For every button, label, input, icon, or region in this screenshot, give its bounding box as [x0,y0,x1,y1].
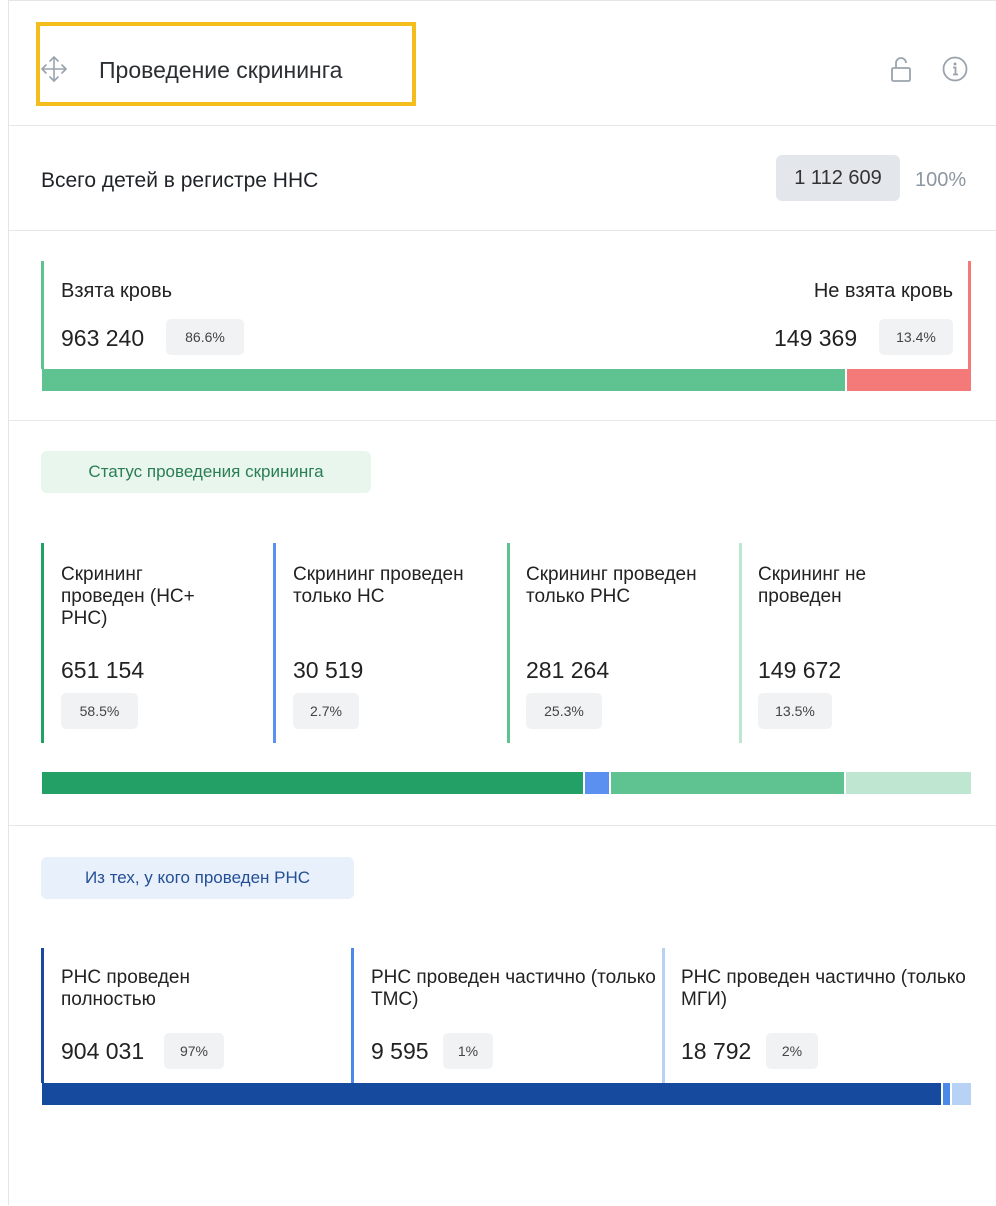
rns-card-marker [41,948,44,1083]
rns-card-value: 9 595 [371,1038,429,1064]
status-card-percent: 13.5% [758,693,832,729]
screening-widget: Проведение скрининга Всего детей в регис… [8,0,996,1205]
rns-segment [943,1083,953,1105]
status-card-marker [273,543,276,743]
rns-card-label: РНС проведен частично (только МГИ) [681,967,966,1010]
blood-not-taken-marker [968,261,971,369]
rns-card-marker [351,948,354,1083]
rns-card-value: 904 031 [61,1038,145,1064]
blood-not-taken-value: 149 369 [774,325,858,351]
move-icon[interactable] [39,54,69,84]
status-segment [845,772,971,794]
status-card-label: Скрининг не проведен [758,564,867,607]
status-card-marker [507,543,510,743]
total-row: Всего детей в регистре ННС 1 112 609 100… [9,126,996,231]
blood-not-taken-percent: 13.4% [879,319,953,355]
rns-card-percent: 1% [443,1033,493,1069]
status-card-percent: 58.5% [61,693,138,729]
rns-card-label: РНС проведен частично (только ТМС) [371,967,656,1010]
rns-card-label: РНС проведен полностью [61,967,190,1010]
rns-segment [952,1083,971,1105]
widget-header: Проведение скрининга [9,1,996,126]
total-percent: 100% [915,169,967,191]
widget-title: Проведение скрининга [99,57,343,83]
status-card-value: 149 672 [758,657,842,683]
status-card-percent: 25.3% [526,693,602,729]
blood-not-taken-label: Не взята кровь [813,280,953,302]
status-card-label: Скрининг проведен (НС+ РНС) [61,564,195,629]
info-icon[interactable] [942,56,968,82]
unlock-icon[interactable] [889,54,913,84]
rns-card-percent: 97% [164,1033,224,1069]
status-card-label: Скрининг проведен только НС [293,564,464,607]
total-value-badge: 1 112 609 [776,155,900,201]
blood-not-taken-segment [846,369,971,391]
rns-segment [42,1083,944,1105]
rns-card-value: 18 792 [681,1038,752,1064]
screening-status-section: Статус проведения скрининга Скрининг про… [9,421,996,826]
rns-section: Из тех, у кого проведен РНС РНС проведен… [9,826,996,1206]
status-card-label: Скрининг проведен только РНС [526,564,697,607]
screening-status-bar [42,772,971,794]
status-segment [610,772,846,794]
rns-tag: Из тех, у кого проведен РНС [41,857,354,899]
blood-taken-percent: 86.6% [166,319,244,355]
screening-status-tag: Статус проведения скрининга [41,451,371,493]
blood-taken-value: 963 240 [61,325,145,351]
status-card-value: 651 154 [61,657,145,683]
status-card-value: 30 519 [293,657,364,683]
status-segment [585,772,611,794]
total-label: Всего детей в регистре ННС [41,169,319,192]
status-card-marker [739,543,742,743]
status-card-percent: 2.7% [293,693,359,729]
blood-taken-label: Взята кровь [61,280,172,302]
rns-card-marker [662,948,665,1083]
rns-card-percent: 2% [766,1033,818,1069]
status-card-marker [41,543,44,743]
status-card-value: 281 264 [526,657,610,683]
blood-share-bar [42,369,971,391]
blood-taken-marker [41,261,44,369]
rns-share-bar [42,1083,971,1105]
blood-taken-segment [42,369,847,391]
blood-section: Взята кровь 963 240 86.6% Не взята кровь… [9,231,996,421]
status-segment [42,772,586,794]
